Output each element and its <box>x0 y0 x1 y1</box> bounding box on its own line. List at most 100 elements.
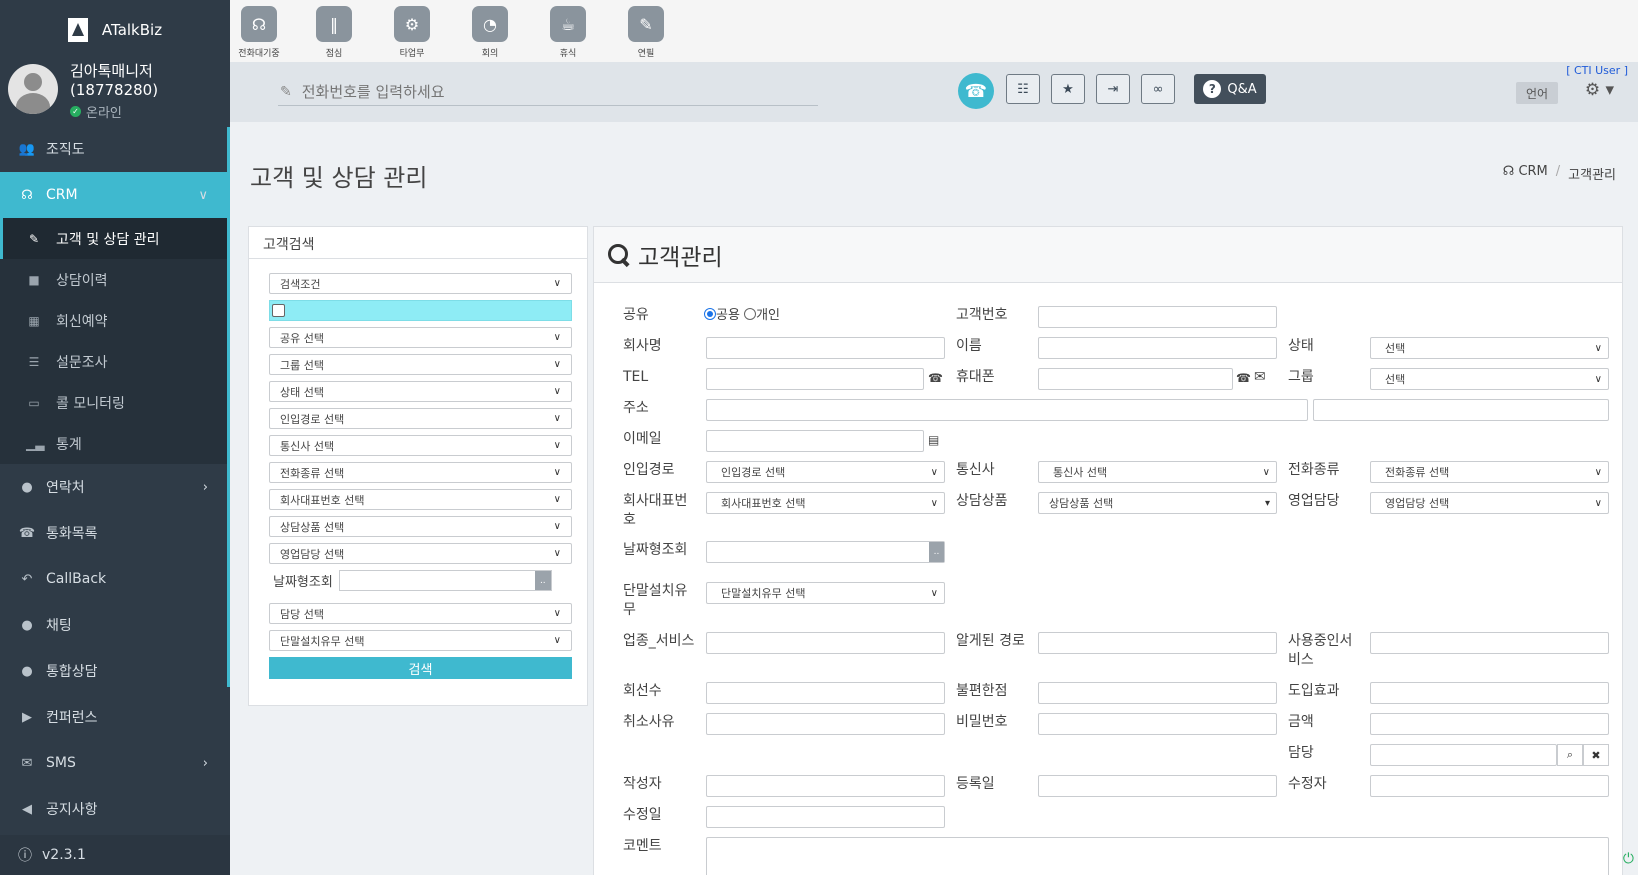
status-meeting-button[interactable]: ◔ 회의 <box>455 6 525 59</box>
sidebar-sub-history[interactable]: ■ 상담이력 <box>0 259 230 300</box>
assign-select[interactable]: 담당 선택 ∨ <box>269 603 572 624</box>
voicemail-button[interactable]: ∞ <box>1141 74 1175 104</box>
password-field[interactable] <box>1038 713 1277 735</box>
date-search-field[interactable]: .. <box>706 541 945 563</box>
favorite-button[interactable]: ★ <box>1051 74 1085 104</box>
status-other-work-button[interactable]: ⚙ 타업무 <box>377 6 447 59</box>
tel-field[interactable] <box>706 368 924 390</box>
mod-date-field[interactable] <box>706 806 945 828</box>
search-button[interactable]: 검색 <box>269 657 572 679</box>
complaint-field[interactable] <box>1038 682 1277 704</box>
lines-field[interactable] <box>706 682 945 704</box>
assign-clear-button[interactable]: ✖ <box>1583 744 1609 766</box>
cti-user-link[interactable]: [ CTI User ] <box>1566 64 1628 77</box>
known-path-field[interactable] <box>1038 632 1277 654</box>
dial-field[interactable]: ✎ <box>278 78 818 106</box>
select-value: 통신사 선택 <box>1053 466 1108 479</box>
sidebar-item-chat[interactable]: ● 채팅 <box>0 602 230 648</box>
sidebar-sub-stats[interactable]: ▁▃ 통계 <box>0 423 230 464</box>
qa-label: Q&A <box>1227 81 1257 97</box>
assign-search-button[interactable]: ⌕ <box>1557 744 1583 766</box>
address-field[interactable] <box>706 399 1308 421</box>
sales-field-select[interactable]: 영업담당 선택 ∨ <box>1370 492 1609 514</box>
inflow-field-select[interactable]: 인입경로 선택 ∨ <box>706 461 945 483</box>
rep-number-field-select[interactable]: 회사대표번호 선택 ∨ <box>706 492 945 514</box>
sidebar-sub-callback-reserve[interactable]: ▦ 회신예약 <box>0 300 230 341</box>
reg-date-field[interactable] <box>1038 775 1277 797</box>
sidebar-item-org[interactable]: 👥 조직도 <box>0 126 230 172</box>
sidebar-item-call-list[interactable]: ☎ 통화목록 <box>0 510 230 556</box>
user-status[interactable]: ✓ 온라인 <box>70 102 158 121</box>
writer-field[interactable] <box>706 775 945 797</box>
sidebar-item-contacts[interactable]: ● 연락처 › <box>0 464 230 510</box>
avatar[interactable] <box>8 64 58 114</box>
share-select[interactable]: 공유 선택 ∨ <box>269 327 572 348</box>
qa-button[interactable]: ? Q&A <box>1194 74 1266 104</box>
sidebar-sub-monitoring[interactable]: ▭ 콜 모니터링 <box>0 382 230 423</box>
email-field[interactable] <box>706 430 924 452</box>
date-picker-button[interactable]: .. <box>929 542 944 562</box>
company-field[interactable] <box>706 337 945 359</box>
cancel-reason-field[interactable] <box>706 713 945 735</box>
brand[interactable]: ATalkBiz <box>0 0 230 60</box>
state-field-select[interactable]: 선택 ∨ <box>1370 337 1609 359</box>
sidebar-item-integrated[interactable]: ● 통합상담 <box>0 648 230 694</box>
radio-private[interactable] <box>744 308 757 320</box>
filter-checkbox[interactable] <box>272 304 285 317</box>
group-field-select[interactable]: 선택 ∨ <box>1370 368 1609 390</box>
status-lunch-button[interactable]: ‖ 점심 <box>299 6 369 59</box>
sidebar-item-crm[interactable]: ☊ CRM ∨ <box>0 172 230 218</box>
modifier-field[interactable] <box>1370 775 1609 797</box>
amount-field[interactable] <box>1370 713 1609 735</box>
state-select[interactable]: 상태 선택 ∨ <box>269 381 572 402</box>
carrier-field-select[interactable]: 통신사 선택 ∨ <box>1038 461 1277 483</box>
search-condition-select[interactable]: 검색조건 ∨ <box>269 273 572 294</box>
name-field[interactable] <box>1038 337 1277 359</box>
group-select[interactable]: 그룹 선택 ∨ <box>269 354 572 375</box>
phone-square-icon[interactable]: ☎ <box>928 371 943 385</box>
comment-field[interactable] <box>706 837 1609 875</box>
breadcrumb-crm[interactable]: ☊ CRM <box>1503 164 1548 183</box>
power-icon[interactable]: ⏻ <box>1623 851 1634 867</box>
effect-field[interactable] <box>1370 682 1609 704</box>
terminal-field-select[interactable]: 단말설치유무 선택 ∨ <box>706 582 945 604</box>
carrier-select[interactable]: 통신사 선택 ∨ <box>269 435 572 456</box>
sidebar-item-notice[interactable]: ◀ 공지사항 <box>0 786 230 832</box>
customer-no-field[interactable] <box>1038 306 1277 328</box>
phone-square-icon[interactable]: ☎ <box>1236 371 1251 385</box>
assign-field[interactable] <box>1370 744 1557 766</box>
select-value: 상태 선택 <box>280 385 324 399</box>
radio-public[interactable] <box>704 308 716 320</box>
dial-input[interactable] <box>301 82 802 101</box>
sidebar-sub-customer[interactable]: ✎ 고객 및 상담 관리 <box>0 218 230 259</box>
status-pencil-button[interactable]: ✎ 연필 <box>611 6 681 59</box>
rep-number-select[interactable]: 회사대표번호 선택 ∨ <box>269 489 572 510</box>
call-button[interactable]: ☎ <box>958 73 994 109</box>
mobile-field[interactable] <box>1038 368 1233 390</box>
industry-field[interactable] <box>706 632 945 654</box>
keypad-button[interactable]: ☷ <box>1006 74 1040 104</box>
envelope-icon[interactable]: ✉ <box>1254 369 1266 385</box>
language-button[interactable]: 언어 <box>1516 82 1558 104</box>
address-detail-field[interactable] <box>1313 399 1609 421</box>
settings-menu[interactable]: ⚙ ▾ <box>1585 80 1614 100</box>
phone-type-field-select[interactable]: 전화종류 선택 ∨ <box>1370 461 1609 483</box>
sidebar-item-sms[interactable]: ✉ SMS › <box>0 740 230 786</box>
date-picker-button[interactable]: .. <box>534 571 551 590</box>
sales-select[interactable]: 영업담당 선택 ∨ <box>269 543 572 564</box>
product-select[interactable]: 상담상품 선택 ∨ <box>269 516 572 537</box>
product-field-select[interactable]: 상담상품 선택 ▾ <box>1038 492 1277 514</box>
select-value: 영업담당 선택 <box>280 547 345 561</box>
date-search-input[interactable]: .. <box>338 570 552 591</box>
terminal-select[interactable]: 단말설치유무 선택 ∨ <box>269 630 572 651</box>
sidebar-sub-survey[interactable]: ☰ 설문조사 <box>0 341 230 382</box>
status-waiting-button[interactable]: ☊ 전화대기중 <box>224 6 294 59</box>
service-field[interactable] <box>1370 632 1609 654</box>
inflow-select[interactable]: 인입경로 선택 ∨ <box>269 408 572 429</box>
sidebar-item-callback[interactable]: ↶ CallBack <box>0 556 230 602</box>
phone-type-select[interactable]: 전화종류 선택 ∨ <box>269 462 572 483</box>
sidebar-item-conference[interactable]: ▶ 컨퍼런스 <box>0 694 230 740</box>
inbox-icon[interactable]: ▤ <box>928 433 939 447</box>
status-break-button[interactable]: ☕ 휴식 <box>533 6 603 59</box>
transfer-button[interactable]: ⇥ <box>1096 74 1130 104</box>
